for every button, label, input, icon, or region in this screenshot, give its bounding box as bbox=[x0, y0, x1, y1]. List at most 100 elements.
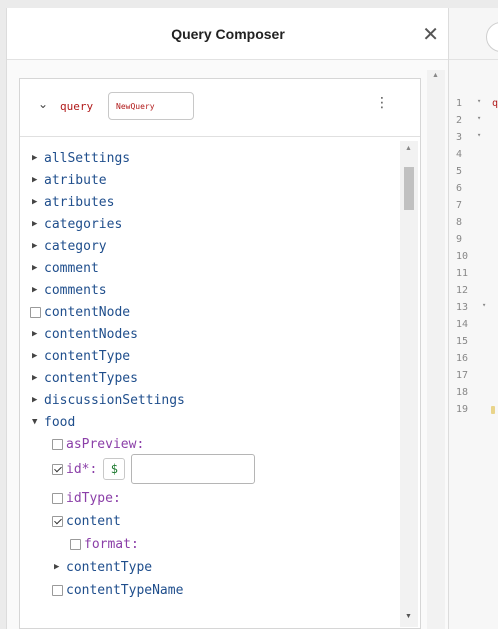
tree-item-label: comment bbox=[44, 260, 99, 276]
editor-toolbar bbox=[449, 8, 498, 60]
caret-right-icon: ▶ bbox=[32, 329, 38, 339]
query-editor-panel: 1 2 3 4 5 6 7 8 9 10 11 12 13 14 15 16 1… bbox=[448, 8, 498, 629]
query-operation-box: ⌄ query NewQuery ⋮ ▶ allSettings ▶ atribut… bbox=[19, 78, 421, 629]
chevron-down-icon[interactable]: ⌄ bbox=[38, 97, 48, 111]
line-number: 16 bbox=[456, 353, 469, 364]
tree-item-allsettings[interactable]: ▶ allSettings bbox=[32, 147, 130, 169]
line-number: 15 bbox=[456, 336, 469, 347]
code-text-peek: q bbox=[492, 98, 498, 109]
caret-right-icon: ▶ bbox=[54, 562, 60, 572]
panel-title: Query Composer bbox=[171, 25, 285, 42]
panel-body: ⌄ query NewQuery ⋮ ▶ allSettings ▶ atribut… bbox=[7, 60, 449, 629]
tree-item-label: category bbox=[44, 238, 107, 254]
field-checkbox-checked[interactable] bbox=[52, 515, 63, 527]
arg-idtype[interactable]: idType: bbox=[52, 487, 121, 509]
tree-item-label: categories bbox=[44, 216, 123, 232]
arg-id[interactable]: id*: $ bbox=[52, 454, 256, 484]
line-number: 14 bbox=[456, 319, 469, 330]
line-number: 2 bbox=[456, 115, 463, 126]
field-contenttype[interactable]: ▶ contentType bbox=[54, 556, 152, 578]
field-label: contentTypeName bbox=[66, 582, 184, 598]
line-number: 18 bbox=[456, 387, 469, 398]
tree-item-label: contentTypes bbox=[44, 370, 138, 386]
caret-right-icon: ▶ bbox=[32, 197, 38, 207]
caret-right-icon: ▶ bbox=[32, 175, 38, 185]
bracket-highlight bbox=[491, 406, 495, 414]
field-label: content bbox=[66, 513, 121, 529]
graphiql-window: Query Composer ✕ ⌄ query NewQuery ⋮ ▶ all… bbox=[0, 0, 498, 629]
caret-down-icon: ▼ bbox=[32, 417, 38, 427]
arg-label: asPreview: bbox=[66, 436, 145, 452]
operation-name-input[interactable]: NewQuery bbox=[108, 92, 194, 120]
field-label: contentType bbox=[66, 559, 153, 575]
tree-item-category[interactable]: ▶ category bbox=[32, 235, 107, 257]
tree-item-contentnode[interactable]: contentNode bbox=[30, 301, 130, 323]
tree-scrollbar[interactable]: ▲ ▼ bbox=[400, 141, 418, 627]
line-number: 17 bbox=[456, 370, 469, 381]
tree-item-comment[interactable]: ▶ comment bbox=[32, 257, 99, 279]
tree-item-label: comments bbox=[44, 282, 107, 298]
arg-checkbox-checked[interactable] bbox=[52, 463, 63, 475]
fold-marker-icon[interactable]: ▾ bbox=[477, 97, 481, 105]
caret-right-icon: ▶ bbox=[32, 351, 38, 361]
tree-item-categories[interactable]: ▶ categories bbox=[32, 213, 122, 235]
tree-item-contenttypes[interactable]: ▶ contentTypes bbox=[32, 367, 138, 389]
scrollbar-thumb[interactable] bbox=[404, 167, 414, 210]
tree-item-contentnodes[interactable]: ▶ contentNodes bbox=[32, 323, 138, 345]
tree-item-label: contentType bbox=[44, 348, 131, 364]
arg-checkbox[interactable] bbox=[52, 492, 63, 504]
line-number: 19 bbox=[456, 404, 469, 415]
caret-right-icon: ▶ bbox=[32, 219, 38, 229]
field-contenttypename[interactable]: contentTypeName bbox=[52, 579, 183, 601]
field-checkbox[interactable] bbox=[30, 306, 41, 318]
scroll-up-icon[interactable]: ▲ bbox=[432, 72, 439, 79]
tree-item-discussionsettings[interactable]: ▶ discussionSettings bbox=[32, 389, 185, 411]
line-number: 4 bbox=[456, 149, 463, 160]
scroll-up-icon[interactable]: ▲ bbox=[405, 145, 412, 152]
panel-header: Query Composer ✕ bbox=[7, 8, 449, 60]
tree-item-label: atributes bbox=[44, 194, 115, 210]
query-operation-header: ⌄ query NewQuery ⋮ bbox=[20, 79, 420, 137]
caret-right-icon: ▶ bbox=[32, 395, 38, 405]
scroll-down-icon[interactable]: ▼ bbox=[405, 613, 412, 620]
fold-marker-icon[interactable]: ▾ bbox=[482, 301, 486, 309]
field-content[interactable]: content bbox=[52, 510, 121, 532]
panel-scrollbar[interactable]: ▲ bbox=[427, 70, 445, 629]
field-checkbox[interactable] bbox=[52, 584, 63, 596]
explorer-tree: ▶ allSettings ▶ atribute ▶ atributes ▶ categ… bbox=[20, 141, 404, 629]
variable-toggle-button[interactable]: $ bbox=[103, 458, 126, 480]
operation-type-keyword[interactable]: query bbox=[60, 100, 93, 113]
line-number: 13 bbox=[456, 302, 469, 313]
caret-right-icon: ▶ bbox=[32, 263, 38, 273]
line-number: 7 bbox=[456, 200, 463, 211]
top-strip bbox=[0, 0, 498, 8]
query-composer-panel: Query Composer ✕ ⌄ query NewQuery ⋮ ▶ all… bbox=[6, 8, 449, 629]
caret-right-icon: ▶ bbox=[32, 241, 38, 251]
arg-label: format: bbox=[84, 536, 139, 552]
close-icon[interactable]: ✕ bbox=[422, 24, 439, 44]
operation-menu-icon[interactable]: ⋮ bbox=[375, 95, 389, 111]
tree-item-comments[interactable]: ▶ comments bbox=[32, 279, 107, 301]
arg-checkbox[interactable] bbox=[70, 538, 81, 550]
run-button[interactable] bbox=[486, 22, 498, 52]
arg-format[interactable]: format: bbox=[70, 533, 139, 555]
line-number: 8 bbox=[456, 217, 463, 228]
id-argument-input[interactable] bbox=[131, 454, 256, 484]
caret-right-icon: ▶ bbox=[32, 153, 38, 163]
arg-label: id*: bbox=[66, 461, 98, 477]
tree-item-atribute[interactable]: ▶ atribute bbox=[32, 169, 107, 191]
arg-checkbox[interactable] bbox=[52, 438, 63, 450]
line-number: 6 bbox=[456, 183, 463, 194]
arg-label: idType: bbox=[66, 490, 121, 506]
arg-aspreview[interactable]: asPreview: bbox=[52, 433, 144, 455]
tree-item-contenttype[interactable]: ▶ contentType bbox=[32, 345, 130, 367]
line-number: 5 bbox=[456, 166, 463, 177]
line-number: 11 bbox=[456, 268, 469, 279]
tree-item-atributes[interactable]: ▶ atributes bbox=[32, 191, 114, 213]
line-number: 1 bbox=[456, 98, 463, 109]
tree-item-food[interactable]: ▼ food bbox=[32, 411, 75, 433]
caret-right-icon: ▶ bbox=[32, 373, 38, 383]
fold-marker-icon[interactable]: ▾ bbox=[477, 114, 481, 122]
fold-marker-icon[interactable]: ▾ bbox=[477, 131, 481, 139]
line-number: 9 bbox=[456, 234, 463, 245]
